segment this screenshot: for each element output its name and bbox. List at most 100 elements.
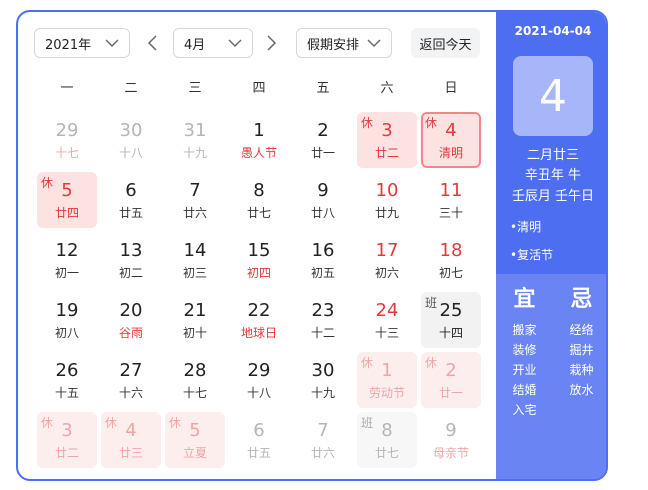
calendar-day-cell[interactable]: 班 8 廿七 xyxy=(355,410,419,470)
yi-heading: 宜 xyxy=(513,287,536,312)
calendar-day-cell[interactable]: 27 十六 xyxy=(99,350,163,410)
year-select[interactable]: 2021年 xyxy=(34,28,130,58)
calendar-day-cell[interactable]: 29 十八 xyxy=(227,350,291,410)
calendar-day-cell[interactable]: 19 初八 xyxy=(35,290,99,350)
calendar-day-cell[interactable]: 休 5 廿四 xyxy=(35,170,99,230)
lunar-label: 廿一 xyxy=(310,146,335,160)
calendar-day-cell[interactable]: 7 廿六 xyxy=(163,170,227,230)
day-number: 8 xyxy=(381,420,393,441)
day-number: 30 xyxy=(311,360,335,381)
calendar-day-cell[interactable]: 17 初六 xyxy=(355,230,419,290)
day-number: 15 xyxy=(247,240,271,261)
calendar-day-cell[interactable]: 12 初一 xyxy=(35,230,99,290)
calendar-day-cell[interactable]: 24 十三 xyxy=(355,290,419,350)
calendar-day-cell[interactable]: 8 廿七 xyxy=(227,170,291,230)
calendar-week-row: 12 初一 13 初二 14 初三 15 初四 16 初五 17 初六 18 初七 xyxy=(35,230,483,290)
calendar-day-cell[interactable]: 休 4 廿三 xyxy=(99,410,163,470)
calendar-day-cell[interactable]: 28 十七 xyxy=(163,350,227,410)
weekday-label: 三 xyxy=(188,81,202,96)
day-number: 7 xyxy=(189,180,201,201)
day-number: 10 xyxy=(375,180,399,201)
lunar-label: 廿五 xyxy=(246,446,271,460)
calendar-grid: 29 十七 30 十八 31 十九 1 愚人节 2 廿一休 3 廿二休 4 清明休 5 廿四 6 廿五 7 廿六 8 廿七… xyxy=(35,110,483,470)
lunar-label: 十七 xyxy=(54,146,79,160)
day-number: 2 xyxy=(317,120,329,141)
lunar-label: 初三 xyxy=(182,266,207,280)
calendar-day-cell[interactable]: 26 十五 xyxy=(35,350,99,410)
day-number: 4 xyxy=(125,420,137,441)
calendar-day-cell[interactable]: 15 初四 xyxy=(227,230,291,290)
calendar-toolbar: 2021年 4月 假期安排 返回今天 xyxy=(18,28,496,58)
calendar-day-cell[interactable]: 休 1 劳动节 xyxy=(355,350,419,410)
calendar-day-cell[interactable]: 30 十九 xyxy=(291,350,355,410)
lunar-label: 初四 xyxy=(246,266,271,280)
day-number: 28 xyxy=(183,360,207,381)
lunar-label: 廿七 xyxy=(374,446,399,460)
day-number: 31 xyxy=(183,120,207,141)
calendar-day-cell[interactable]: 休 3 廿二 xyxy=(35,410,99,470)
day-number: 2 xyxy=(445,360,457,381)
calendar-day-cell[interactable]: 休 5 立夏 xyxy=(163,410,227,470)
holiday-select[interactable]: 假期安排 xyxy=(296,28,392,58)
lunar-label: 初六 xyxy=(374,266,399,280)
day-number: 5 xyxy=(189,420,201,441)
lunar-label: 清明 xyxy=(438,146,463,160)
lunar-label: 十九 xyxy=(310,386,335,400)
calendar-day-cell[interactable]: 班 25 十四 xyxy=(419,290,483,350)
calendar-day-cell[interactable]: 23 十二 xyxy=(291,290,355,350)
calendar-day-cell[interactable]: 2 廿一 xyxy=(291,110,355,170)
lunar-label: 十四 xyxy=(438,326,463,340)
calendar-day-cell[interactable]: 9 母亲节 xyxy=(419,410,483,470)
calendar-day-cell[interactable]: 22 地球日 xyxy=(227,290,291,350)
calendar-day-cell[interactable]: 30 十八 xyxy=(99,110,163,170)
ji-column: 忌 经络 掘井 栽种 放水 xyxy=(553,286,606,400)
back-to-today-button[interactable]: 返回今天 xyxy=(411,28,480,58)
weekday-label: 四 xyxy=(252,81,266,96)
calendar-day-cell[interactable]: 11 三十 xyxy=(419,170,483,230)
calendar-day-cell[interactable]: 6 廿五 xyxy=(227,410,291,470)
day-number: 22 xyxy=(247,300,271,321)
lunar-label: 劳动节 xyxy=(368,386,405,400)
calendar-day-cell[interactable]: 14 初三 xyxy=(163,230,227,290)
calendar-day-cell[interactable]: 10 廿九 xyxy=(355,170,419,230)
chevron-down-icon xyxy=(228,39,242,47)
yi-column: 宜 搬家 装修 开业 结婚 入宅 xyxy=(496,286,553,420)
lunar-label: 初八 xyxy=(54,326,79,340)
lunar-label: 廿三 xyxy=(118,446,143,460)
month-select[interactable]: 4月 xyxy=(173,28,253,58)
day-number: 25 xyxy=(439,300,463,321)
day-number: 30 xyxy=(119,120,143,141)
calendar-main: 2021年 4月 假期安排 返回今天 一 二 三 四 五 六 日 29 十七 30 xyxy=(18,12,496,479)
calendar-day-cell[interactable]: 休 3 廿二 xyxy=(355,110,419,170)
calendar-day-cell[interactable]: 7 廿六 xyxy=(291,410,355,470)
lunar-label: 廿二 xyxy=(374,146,399,160)
weekday-label: 五 xyxy=(316,81,330,96)
day-number: 16 xyxy=(311,240,335,261)
weekday-label: 一 xyxy=(60,81,74,96)
day-number: 6 xyxy=(253,420,265,441)
holiday-select-value: 假期安排 xyxy=(307,37,360,53)
ji-item: 掘井 xyxy=(569,343,594,357)
lunar-label: 十二 xyxy=(310,326,335,340)
next-month-icon[interactable] xyxy=(264,34,278,52)
calendar-day-cell[interactable]: 9 廿八 xyxy=(291,170,355,230)
lunar-label: 母亲节 xyxy=(432,446,469,460)
lunar-label: 十七 xyxy=(182,386,207,400)
calendar-day-cell[interactable]: 休 4 清明 xyxy=(419,110,483,170)
calendar-day-cell[interactable]: 20 谷雨 xyxy=(99,290,163,350)
weekday-label: 日 xyxy=(444,81,458,96)
lunar-label: 十八 xyxy=(118,146,143,160)
calendar-day-cell[interactable]: 16 初五 xyxy=(291,230,355,290)
calendar-day-cell[interactable]: 21 初十 xyxy=(163,290,227,350)
calendar-day-cell[interactable]: 6 廿五 xyxy=(99,170,163,230)
calendar-day-cell[interactable]: 13 初二 xyxy=(99,230,163,290)
calendar-day-cell[interactable]: 18 初七 xyxy=(419,230,483,290)
day-number: 29 xyxy=(55,120,79,141)
yi-item: 结婚 xyxy=(512,383,537,397)
calendar-day-cell[interactable]: 31 十九 xyxy=(163,110,227,170)
calendar-day-cell[interactable]: 29 十七 xyxy=(35,110,99,170)
calendar-day-cell[interactable]: 休 2 廿一 xyxy=(419,350,483,410)
lunar-label: 十九 xyxy=(182,146,207,160)
calendar-day-cell[interactable]: 1 愚人节 xyxy=(227,110,291,170)
prev-month-icon[interactable] xyxy=(146,34,160,52)
